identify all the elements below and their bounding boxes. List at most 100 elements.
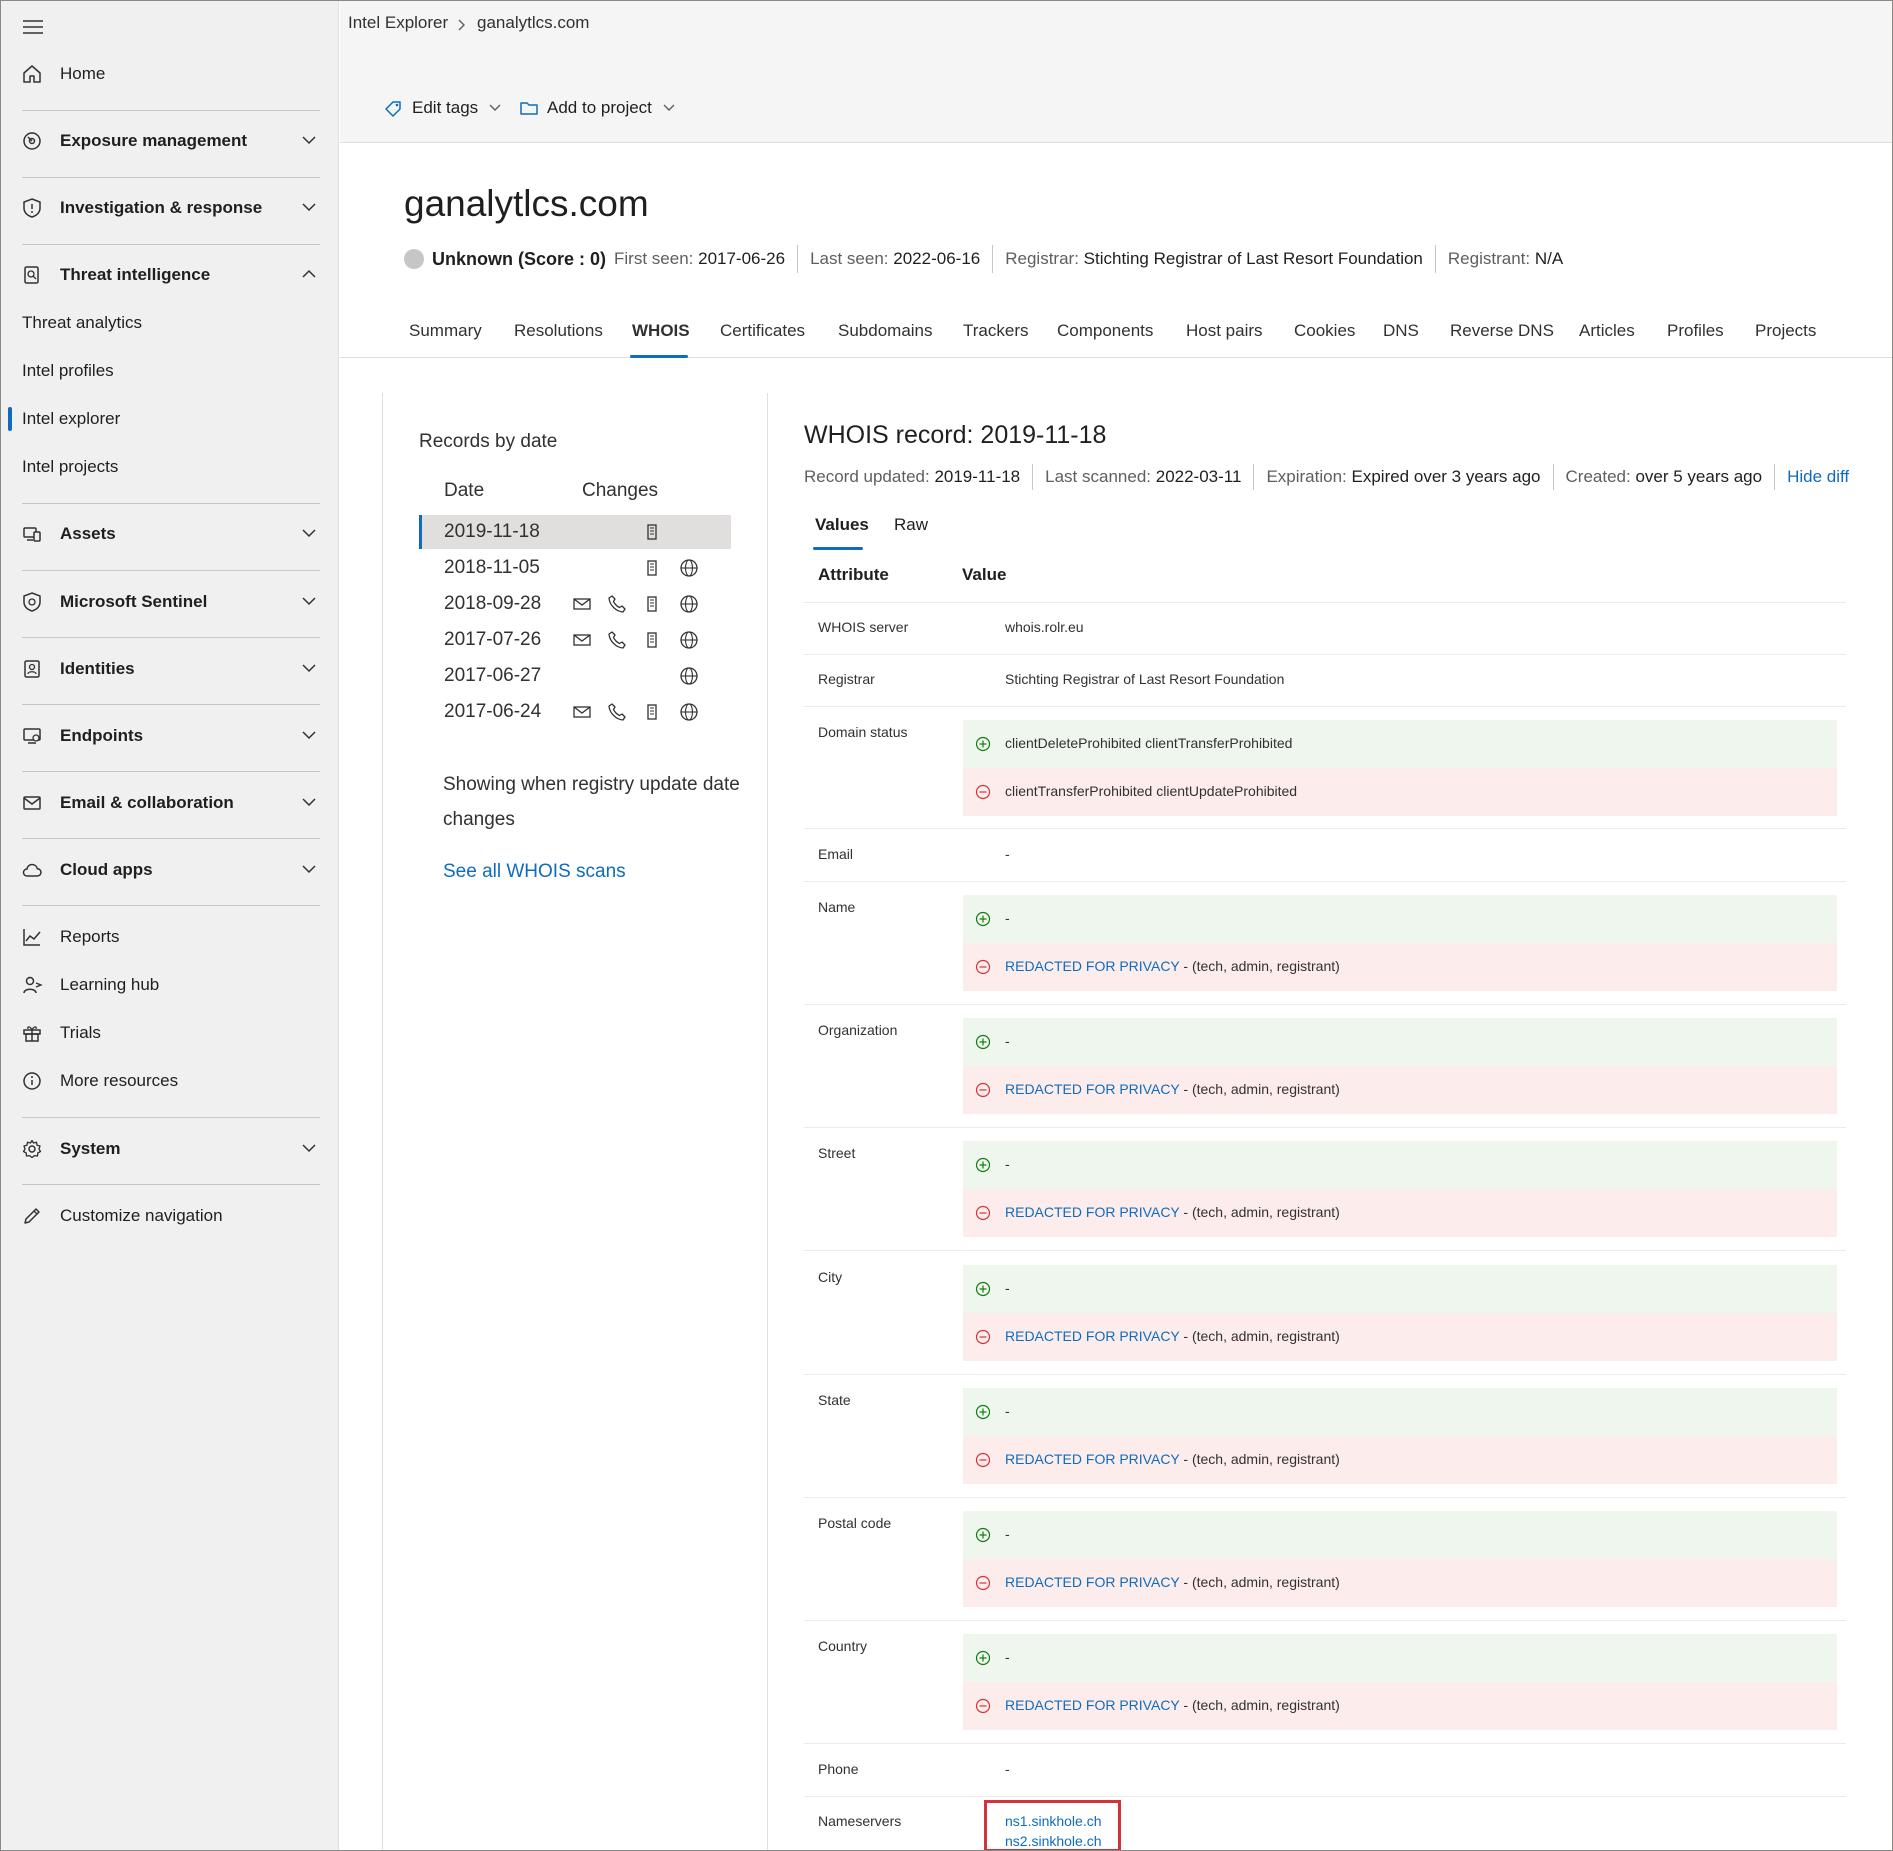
- attr-email: Email: [818, 846, 854, 862]
- sidebar-item-more-resources[interactable]: More resources: [1, 1059, 339, 1103]
- nav-divider: [22, 244, 320, 245]
- breadcrumb-root[interactable]: Intel Explorer: [348, 13, 448, 33]
- redacted-link[interactable]: REDACTED FOR PRIVACY: [1005, 1328, 1180, 1344]
- tab-trackers[interactable]: Trackers: [963, 321, 1029, 341]
- nav-divider: [22, 771, 320, 772]
- edit-tags-button[interactable]: Edit tags: [384, 95, 502, 121]
- redacted-link[interactable]: REDACTED FOR PRIVACY: [1005, 1451, 1180, 1467]
- attr-domain-status: Domain status: [818, 724, 908, 740]
- chevron-down-icon[interactable]: [301, 796, 317, 808]
- sidebar-item-learning-hub[interactable]: Learning hub: [1, 963, 339, 1007]
- tab-subdomains[interactable]: Subdomains: [838, 321, 933, 341]
- identity-card-icon: [21, 658, 43, 680]
- chevron-down-icon[interactable]: [301, 527, 317, 539]
- chevron-down-icon[interactable]: [301, 134, 317, 146]
- chevron-down-icon[interactable]: [301, 863, 317, 875]
- diff-removed: REDACTED FOR PRIVACY - (tech, admin, reg…: [963, 1559, 1837, 1607]
- tab-dns[interactable]: DNS: [1383, 321, 1419, 341]
- redacted-link[interactable]: REDACTED FOR PRIVACY: [1005, 1574, 1180, 1590]
- diff-added: -: [963, 895, 1837, 943]
- mail-icon: [572, 702, 592, 722]
- tab-projects[interactable]: Projects: [1755, 321, 1816, 341]
- sidebar-item-trials[interactable]: Trials: [1, 1011, 339, 1055]
- hide-diff-link[interactable]: Hide diff: [1787, 467, 1849, 487]
- diff-added: -: [963, 1141, 1837, 1189]
- record-date: 2018-09-28: [444, 593, 542, 614]
- plus-circle-icon: [975, 911, 991, 927]
- redacted-link[interactable]: REDACTED FOR PRIVACY: [1005, 1081, 1180, 1097]
- diff-removed-text: clientTransferProhibited clientUpdatePro…: [1005, 783, 1298, 799]
- record-row[interactable]: 2018-11-05: [419, 551, 731, 585]
- record-row[interactable]: 2017-06-24: [419, 695, 731, 729]
- row-divider: [804, 1374, 1846, 1375]
- record-row[interactable]: 2019-11-18: [419, 515, 731, 549]
- hamburger-menu-icon[interactable]: [21, 17, 45, 37]
- sidebar-item-intel-explorer[interactable]: Intel explorer: [1, 397, 339, 441]
- sidebar-item-identities[interactable]: Identities: [1, 647, 339, 691]
- sidebar-item-customize-navigation[interactable]: Customize navigation: [1, 1194, 339, 1238]
- record-date: 2017-06-24: [444, 701, 542, 722]
- tab-summary[interactable]: Summary: [409, 321, 482, 341]
- minus-circle-icon: [975, 1205, 991, 1221]
- sidebar-item-intel-projects[interactable]: Intel projects: [1, 445, 339, 489]
- redacted-suffix: - (tech, admin, registrant): [1183, 1204, 1340, 1220]
- sidebar-item-label: Cloud apps: [60, 860, 153, 879]
- record-row[interactable]: 2018-09-28: [419, 587, 731, 621]
- chevron-down-icon[interactable]: [301, 595, 317, 607]
- indicator-summary: Unknown (Score : 0) First seen: 2017-06-…: [404, 245, 1563, 273]
- tab-reverse-dns[interactable]: Reverse DNS: [1450, 321, 1554, 341]
- attr-country: Country: [818, 1638, 868, 1654]
- row-divider: [804, 1743, 1846, 1744]
- tab-certificates[interactable]: Certificates: [720, 321, 805, 341]
- pivot-values[interactable]: Values: [815, 515, 869, 535]
- sidebar-item-home[interactable]: Home: [1, 52, 339, 96]
- pivot-raw[interactable]: Raw: [894, 515, 928, 535]
- attr-whois-server: WHOIS server: [818, 619, 909, 635]
- sidebar-item-label: Microsoft Sentinel: [60, 592, 208, 611]
- sidebar-item-assets[interactable]: Assets: [1, 512, 339, 556]
- chevron-down-icon[interactable]: [301, 1142, 317, 1154]
- minus-circle-icon: [975, 1698, 991, 1714]
- row-divider: [804, 1004, 1846, 1005]
- redacted-link[interactable]: REDACTED FOR PRIVACY: [1005, 1697, 1180, 1713]
- sidebar-item-email-collaboration[interactable]: Email & collaboration: [1, 781, 339, 825]
- chevron-down-icon[interactable]: [301, 201, 317, 213]
- redacted-link[interactable]: REDACTED FOR PRIVACY: [1005, 958, 1180, 974]
- sidebar-item-threat-intelligence[interactable]: Threat intelligence: [1, 253, 339, 297]
- sidebar-item-exposure-management[interactable]: Exposure management: [1, 119, 339, 163]
- sidebar-item-intel-profiles[interactable]: Intel profiles: [1, 349, 339, 393]
- minus-circle-icon: [975, 1329, 991, 1345]
- learning-icon: [21, 974, 43, 996]
- record-row[interactable]: 2017-07-26: [419, 623, 731, 657]
- chevron-down-icon[interactable]: [301, 662, 317, 674]
- chevron-up-icon[interactable]: [301, 268, 317, 280]
- see-all-whois-scans-link[interactable]: See all WHOIS scans: [443, 861, 626, 883]
- tab-whois[interactable]: WHOIS: [632, 321, 690, 341]
- minus-circle-icon: [975, 1082, 991, 1098]
- tab-cookies[interactable]: Cookies: [1294, 321, 1355, 341]
- nav-divider: [22, 905, 320, 906]
- sidebar-item-threat-analytics[interactable]: Threat analytics: [1, 301, 339, 345]
- sidebar-item-microsoft-sentinel[interactable]: Microsoft Sentinel: [1, 580, 339, 624]
- record-date: 2018-11-05: [444, 557, 540, 578]
- sidebar-item-investigation-response[interactable]: Investigation & response: [1, 186, 339, 230]
- row-divider: [804, 1497, 1846, 1498]
- tab-resolutions[interactable]: Resolutions: [514, 321, 603, 341]
- attr-street: Street: [818, 1145, 856, 1161]
- sidebar-item-reports[interactable]: Reports: [1, 915, 339, 959]
- tab-components[interactable]: Components: [1057, 321, 1153, 341]
- chevron-down-icon[interactable]: [301, 729, 317, 741]
- registrar-label: Registrar:: [1005, 249, 1079, 268]
- tab-host-pairs[interactable]: Host pairs: [1186, 321, 1263, 341]
- redacted-link[interactable]: REDACTED FOR PRIVACY: [1005, 1204, 1180, 1220]
- building-icon: [642, 630, 662, 650]
- sidebar-item-endpoints[interactable]: Endpoints: [1, 714, 339, 758]
- record-row[interactable]: 2017-06-27: [419, 659, 731, 693]
- tab-articles[interactable]: Articles: [1579, 321, 1635, 341]
- sidebar-item-system[interactable]: System: [1, 1127, 339, 1171]
- meta-divider: [992, 245, 994, 273]
- add-to-project-button[interactable]: Add to project: [519, 95, 676, 121]
- tab-profiles[interactable]: Profiles: [1667, 321, 1724, 341]
- sidebar-item-cloud-apps[interactable]: Cloud apps: [1, 848, 339, 892]
- minus-circle-icon: [975, 1452, 991, 1468]
